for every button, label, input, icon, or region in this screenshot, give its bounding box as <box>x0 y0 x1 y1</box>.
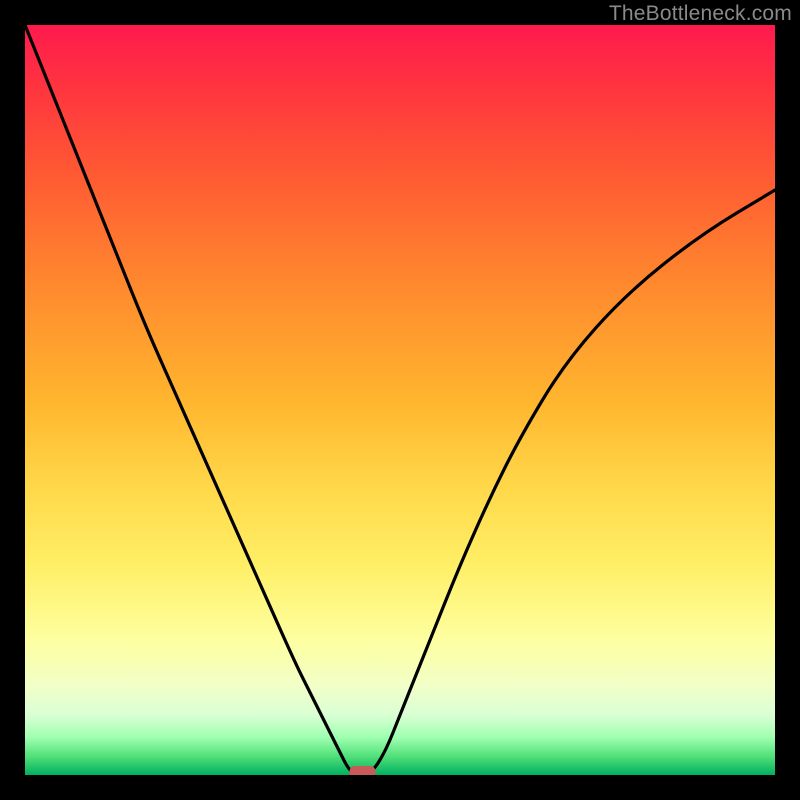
chart-svg <box>25 25 775 775</box>
watermark-text: TheBottleneck.com <box>609 2 792 26</box>
chart-frame: TheBottleneck.com <box>0 0 800 800</box>
bottleneck-curve <box>25 25 775 775</box>
plot-area <box>25 25 775 775</box>
optimal-marker <box>350 766 376 775</box>
